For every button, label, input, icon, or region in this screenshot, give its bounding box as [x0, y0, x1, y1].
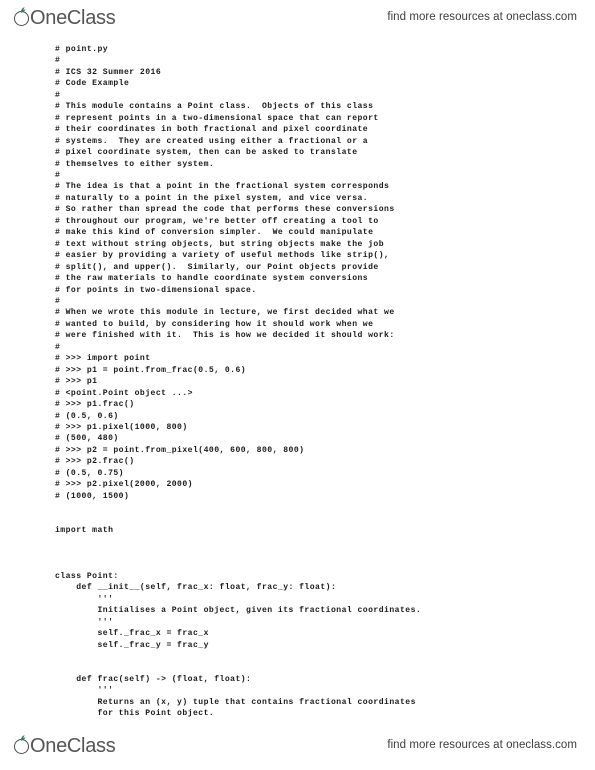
code-line: # >>> p2.pixel(2000, 2000) — [55, 480, 193, 490]
code-line: # >>> p2.frac() — [55, 457, 135, 467]
code-line: # easier by providing a variety of usefu… — [55, 251, 390, 261]
code-line: # point.py — [55, 45, 109, 54]
page-footer: OneClass find more resources at oneclass… — [0, 728, 595, 762]
code-line: import math — [55, 526, 114, 536]
code-line: # throughout our program, we're better o… — [55, 216, 379, 226]
code-line: # >>> import point — [55, 354, 151, 364]
code-line: self._frac_x = frac_x — [55, 629, 209, 639]
code-line: # — [55, 342, 61, 352]
code-line: def frac(self) -> (float, float): — [55, 674, 252, 684]
code-line: # (0.5, 0.75) — [55, 468, 124, 478]
code-line: # — [55, 296, 61, 306]
code-line: # This module contains a Point class. Ob… — [55, 102, 374, 112]
code-line: # systems. They are created using either… — [55, 136, 369, 146]
code-line: # text without string objects, but strin… — [55, 239, 385, 249]
code-line: # the raw materials to handle coordinate… — [55, 274, 369, 284]
oneclass-logo-text: OneClass — [30, 734, 116, 757]
code-line: # >>> p1 = point.from_frac(0.5, 0.6) — [55, 365, 247, 375]
code-line: # split(), and upper(). Similarly, our P… — [55, 262, 379, 272]
python-code-listing: # point.py # # ICS 32 Summer 2016 # Code Ex… — [0, 44, 595, 720]
code-line: # represent points in a two-dimensional … — [55, 113, 379, 123]
code-line: class Point: — [55, 571, 119, 581]
code-line: # wanted to build, by considering how it… — [55, 319, 374, 329]
code-line: # (0.5, 0.6) — [55, 411, 119, 421]
code-line: # >>> p2 = point.from_pixel(400, 600, 80… — [55, 445, 305, 455]
document-content: # point.py # # ICS 32 Summer 2016 # Code Ex… — [0, 44, 595, 720]
code-line: # >>> p1.frac() — [55, 400, 135, 410]
code-line: # naturally to a point in the pixel syst… — [55, 193, 369, 203]
code-line: # <point.Point object ...> — [55, 388, 193, 398]
code-line: Initialises a Point object, given its fr… — [55, 606, 422, 616]
code-line: # ICS 32 Summer 2016 — [55, 67, 162, 77]
code-line: for this Point object. — [55, 709, 215, 719]
code-line: # (500, 480) — [55, 434, 119, 444]
code-line: # pixel coordinate system, then can be a… — [55, 148, 358, 158]
code-line: Returns an (x, y) tuple that contains fr… — [55, 697, 416, 707]
code-line: # make this kind of conversion simpler. … — [55, 228, 374, 238]
code-line: # >>> p1 — [55, 377, 98, 387]
code-line: # Code Example — [55, 79, 130, 89]
footer-tagline: find more resources at oneclass.com — [387, 739, 577, 751]
code-line: # — [55, 90, 61, 100]
oneclass-logo-text: OneClass — [30, 6, 116, 29]
code-line: # — [55, 170, 61, 180]
header-tagline: find more resources at oneclass.com — [387, 11, 577, 23]
oneclass-leaf-o-icon — [14, 734, 31, 756]
page-header: OneClass find more resources at oneclass… — [0, 0, 595, 34]
code-line: self._frac_y = frac_y — [55, 640, 209, 650]
code-line: # their coordinates in both fractional a… — [55, 125, 369, 135]
document-page: OneClass find more resources at oneclass… — [0, 0, 595, 770]
code-line: # themselves to either system. — [55, 159, 215, 169]
oneclass-leaf-o-icon — [14, 6, 31, 28]
code-line: # were finished with it. This is how we … — [55, 331, 395, 341]
code-line: # — [55, 56, 61, 66]
code-line: # >>> p1.pixel(1000, 800) — [55, 422, 188, 432]
code-line: # When we wrote this module in lecture, … — [55, 308, 395, 318]
oneclass-logo-header[interactable]: OneClass — [14, 6, 116, 29]
code-line: ''' — [55, 686, 114, 696]
code-line: # for points in two-dimensional space. — [55, 285, 257, 295]
code-line: # So rather than spread the code that pe… — [55, 205, 395, 215]
oneclass-logo-footer[interactable]: OneClass — [14, 734, 116, 757]
code-line: # (1000, 1500) — [55, 491, 130, 501]
code-line: ''' — [55, 594, 114, 604]
code-line: ''' — [55, 617, 114, 627]
code-line: # The idea is that a point in the fracti… — [55, 182, 390, 192]
code-line: def __init__(self, frac_x: float, frac_y… — [55, 583, 337, 593]
